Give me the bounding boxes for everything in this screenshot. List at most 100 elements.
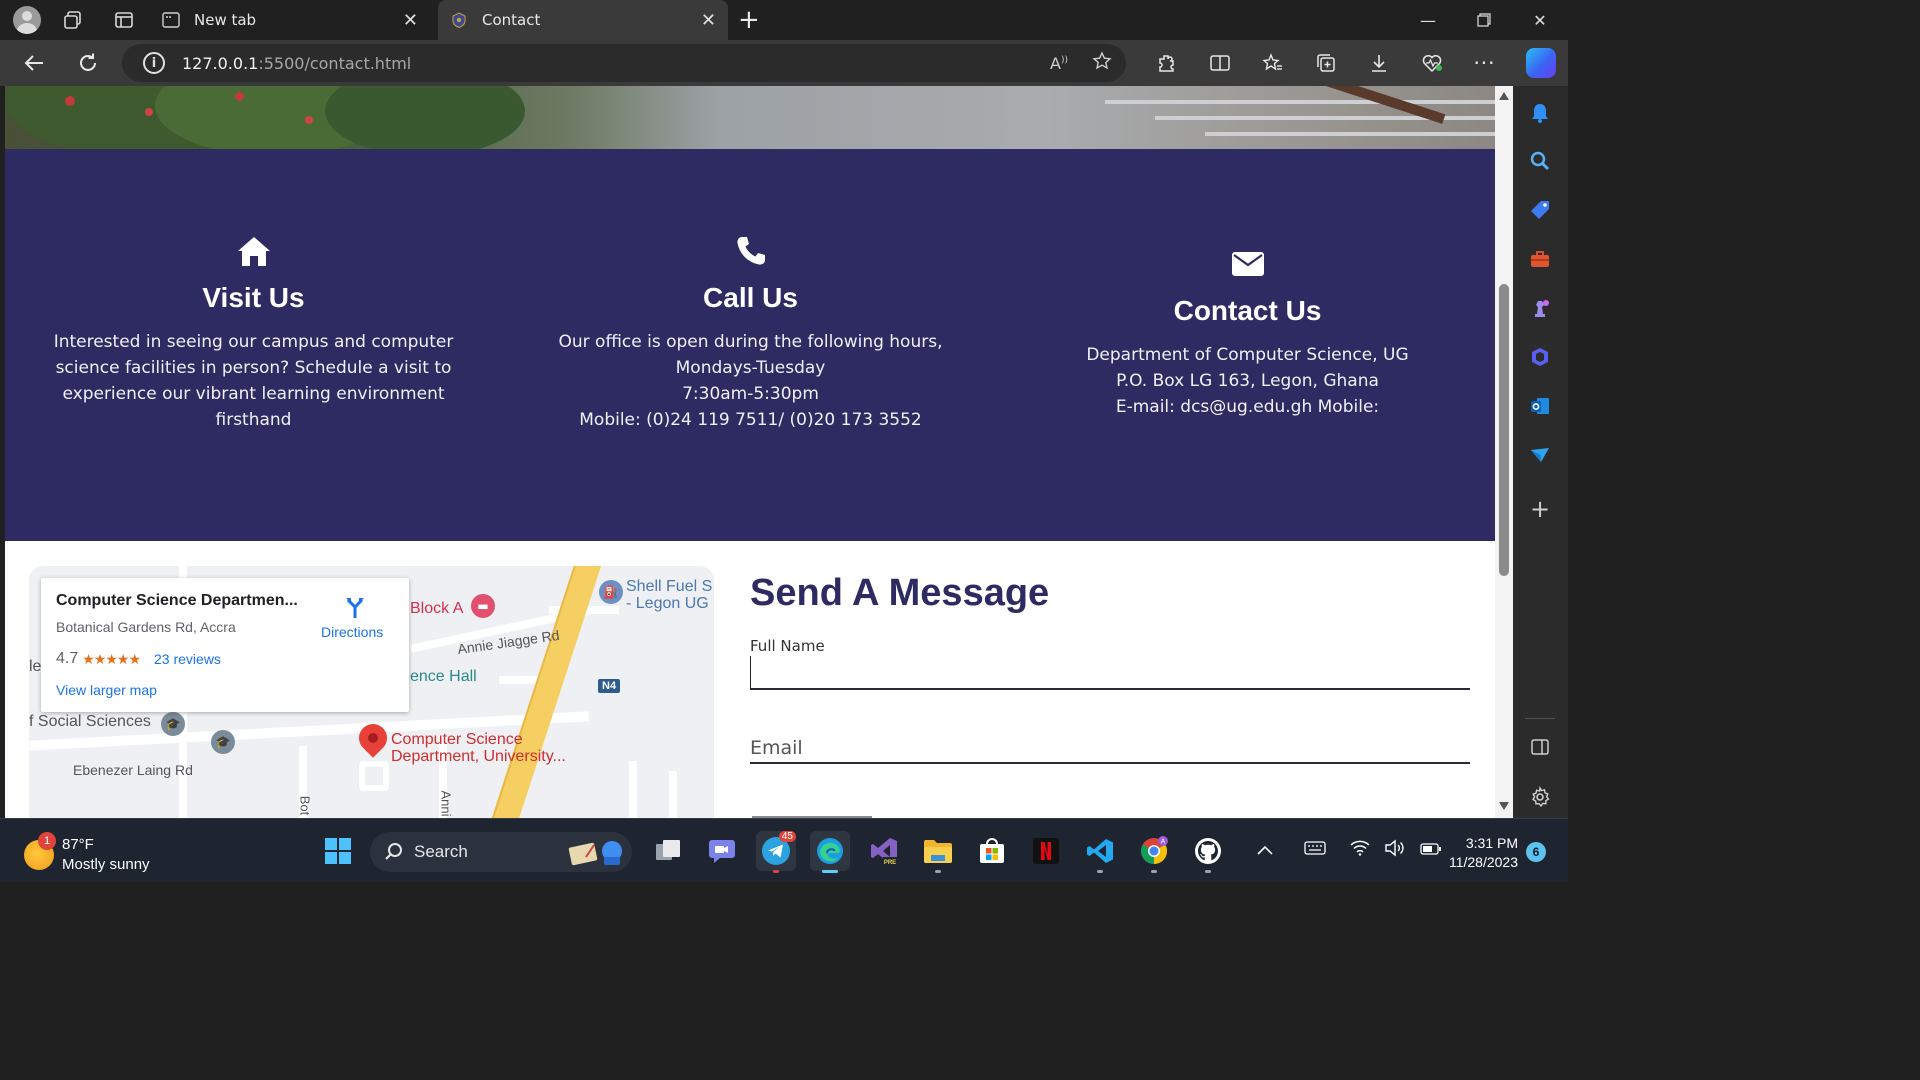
copilot-icon[interactable] bbox=[1526, 48, 1556, 78]
directions-link[interactable]: Directions bbox=[321, 624, 383, 640]
directions-icon[interactable] bbox=[340, 592, 370, 622]
map-label-shell: Shell Fuel S- Legon UG bbox=[626, 578, 713, 612]
shopping-tag-icon[interactable] bbox=[1527, 197, 1553, 223]
volume-icon[interactable] bbox=[1384, 839, 1406, 861]
map-place-card: Computer Science Departmen... Botanical … bbox=[41, 578, 409, 712]
hero-image bbox=[5, 86, 1495, 149]
scroll-up-icon[interactable] bbox=[1499, 92, 1509, 100]
hotel-marker-icon[interactable]: ▬ bbox=[471, 594, 495, 618]
task-view-icon[interactable] bbox=[648, 831, 688, 871]
search-icon bbox=[385, 843, 402, 860]
map-label-anni: Anni bbox=[438, 790, 454, 817]
outlook-icon[interactable] bbox=[1527, 393, 1553, 419]
browser-essentials-icon[interactable] bbox=[1405, 43, 1458, 83]
weather-temp: 87°F bbox=[62, 836, 94, 853]
file-explorer-icon[interactable] bbox=[918, 831, 958, 873]
place-address: Botanical Gardens Rd, Accra bbox=[56, 619, 236, 635]
close-window-icon[interactable]: ✕ bbox=[1512, 0, 1568, 40]
new-tab-button[interactable]: + bbox=[738, 5, 760, 35]
visual-studio-preview-icon[interactable]: PRE bbox=[864, 831, 904, 871]
fuel-marker-icon[interactable]: ⛽ bbox=[599, 580, 623, 604]
scrollbar-thumb[interactable] bbox=[1499, 284, 1509, 576]
map-label-ebenezer: Ebenezer Laing Rd bbox=[73, 762, 193, 778]
hide-sidebar-icon[interactable] bbox=[1527, 734, 1553, 760]
home-icon bbox=[236, 235, 272, 271]
reviews-link[interactable]: 23 reviews bbox=[154, 651, 221, 667]
chat-camera-icon[interactable] bbox=[702, 831, 742, 871]
chrome-icon[interactable]: A bbox=[1134, 831, 1174, 873]
school-marker-icon[interactable]: 🎓 bbox=[211, 730, 235, 754]
clock-time: 3:31 PM bbox=[1465, 835, 1518, 851]
sun-icon: 1 bbox=[24, 832, 56, 870]
tab-contact[interactable]: Contact ✕ bbox=[438, 0, 728, 40]
svg-text:PRE: PRE bbox=[884, 860, 896, 866]
google-map-embed[interactable]: N4 Block A ▬ ⛽ Shell Fuel S- Legon UG An… bbox=[29, 566, 714, 818]
notification-count-badge[interactable]: 6 bbox=[1526, 842, 1546, 862]
netflix-icon[interactable] bbox=[1026, 831, 1066, 871]
tab-label: New tab bbox=[194, 11, 257, 29]
view-larger-map-link[interactable]: View larger map bbox=[56, 682, 157, 698]
tab-actions-icon[interactable] bbox=[106, 2, 142, 38]
minimize-icon[interactable]: — bbox=[1400, 0, 1456, 40]
show-hidden-icons-icon[interactable] bbox=[1256, 841, 1274, 860]
new-tab-favicon-icon bbox=[162, 11, 180, 29]
split-screen-icon[interactable] bbox=[1193, 43, 1246, 83]
page-scrollbar[interactable] bbox=[1495, 86, 1513, 818]
taskbar-search[interactable]: Search bbox=[370, 832, 632, 872]
extensions-icon[interactable] bbox=[1140, 43, 1193, 83]
vscode-icon[interactable] bbox=[1080, 831, 1120, 873]
refresh-icon[interactable] bbox=[68, 43, 108, 83]
close-tab-icon[interactable]: ✕ bbox=[403, 10, 418, 31]
scroll-down-icon[interactable] bbox=[1499, 802, 1509, 810]
settings-gear-icon[interactable] bbox=[1527, 784, 1553, 810]
tab-new-tab[interactable]: New tab ✕ bbox=[150, 0, 430, 40]
microsoft-365-icon[interactable] bbox=[1527, 344, 1553, 370]
close-tab-icon[interactable]: ✕ bbox=[701, 10, 716, 31]
drop-send-icon[interactable] bbox=[1527, 442, 1553, 468]
address-bar[interactable]: i 127.0.0.1:5500/contact.html A)) bbox=[122, 44, 1126, 82]
games-chess-icon[interactable] bbox=[1527, 295, 1553, 321]
github-desktop-icon[interactable] bbox=[1188, 831, 1228, 873]
collections-icon[interactable] bbox=[1299, 43, 1352, 83]
microsoft-store-icon[interactable] bbox=[972, 831, 1012, 871]
map-label-block-a: Block A bbox=[410, 600, 464, 617]
restore-icon[interactable] bbox=[1456, 0, 1512, 40]
more-menu-icon[interactable]: ··· bbox=[1458, 43, 1511, 83]
email-input[interactable] bbox=[750, 734, 1470, 764]
weather-widget[interactable]: 1 87°F Mostly sunny bbox=[24, 832, 150, 875]
url-text[interactable]: 127.0.0.1:5500/contact.html bbox=[182, 54, 411, 73]
place-rating: 4.7 ★★★★★ 23 reviews bbox=[56, 650, 221, 667]
window-controls: — ✕ bbox=[1400, 0, 1568, 40]
call-us-title: Call Us bbox=[703, 282, 798, 313]
battery-icon[interactable] bbox=[1420, 841, 1442, 860]
favorites-icon[interactable] bbox=[1246, 43, 1299, 83]
telegram-icon[interactable]: 45 bbox=[756, 831, 796, 873]
full-name-input[interactable] bbox=[750, 656, 1470, 690]
contact-favicon-icon bbox=[450, 11, 468, 29]
site-info-icon[interactable]: i bbox=[143, 52, 165, 74]
system-tray bbox=[1256, 839, 1442, 861]
back-icon[interactable] bbox=[14, 43, 54, 83]
favorite-star-icon[interactable] bbox=[1092, 51, 1112, 75]
full-name-label: Full Name bbox=[750, 637, 825, 655]
start-windows-icon[interactable] bbox=[318, 831, 358, 871]
profile-avatar[interactable] bbox=[13, 6, 41, 34]
edge-sidebar: + bbox=[1513, 86, 1568, 818]
edge-browser-icon[interactable] bbox=[810, 831, 850, 873]
search-highlight-icon bbox=[568, 841, 622, 866]
add-sidebar-app-icon[interactable]: + bbox=[1527, 495, 1553, 523]
envelope-icon bbox=[1231, 252, 1264, 280]
contact-info-band: Visit Us Interested in seeing our campus… bbox=[5, 149, 1495, 541]
visit-us-title: Visit Us bbox=[202, 282, 305, 313]
taskbar-clock[interactable]: 3:31 PM 11/28/2023 bbox=[1442, 834, 1518, 872]
notifications-bell-icon[interactable] bbox=[1527, 100, 1553, 126]
rating-stars-icon: ★★★★★ bbox=[82, 650, 141, 667]
search-icon[interactable] bbox=[1527, 148, 1553, 174]
tools-briefcase-icon[interactable] bbox=[1527, 246, 1553, 272]
read-aloud-icon[interactable]: A)) bbox=[1050, 54, 1068, 73]
keyboard-icon[interactable] bbox=[1304, 840, 1326, 860]
downloads-icon[interactable] bbox=[1352, 43, 1405, 83]
school-marker-icon[interactable]: 🎓 bbox=[161, 712, 185, 736]
workspaces-icon[interactable] bbox=[55, 2, 91, 38]
wifi-icon[interactable] bbox=[1350, 840, 1370, 860]
